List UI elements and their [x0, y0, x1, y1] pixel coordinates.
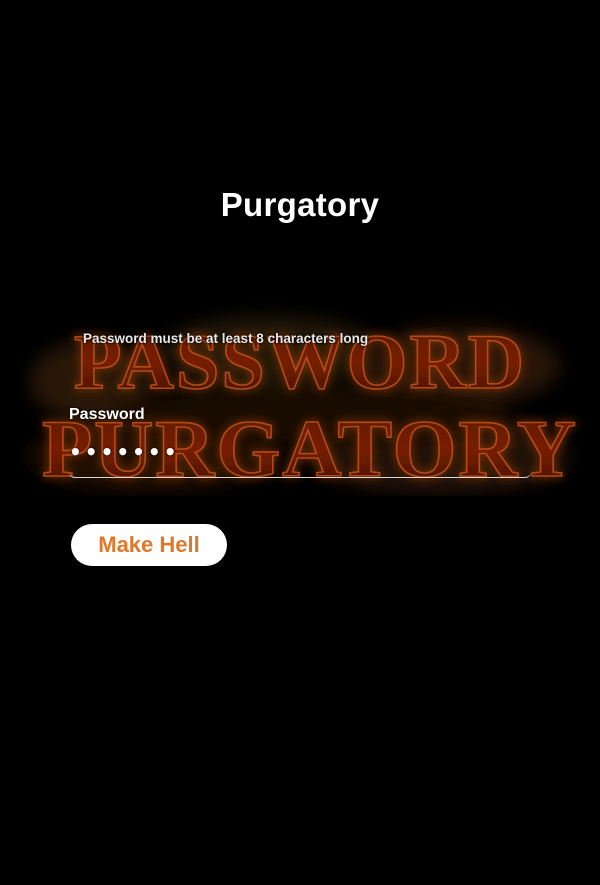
password-field[interactable]: [69, 432, 531, 478]
purgatory-screen: Purgatory PASSWORD PURGATORY Password mu…: [0, 0, 600, 885]
page-title: Purgatory: [220, 186, 380, 223]
password-hint: Password must be at least 8 characters l…: [83, 331, 369, 346]
make-hell-button[interactable]: Make Hell: [71, 524, 227, 566]
password-label: Password: [69, 406, 145, 423]
